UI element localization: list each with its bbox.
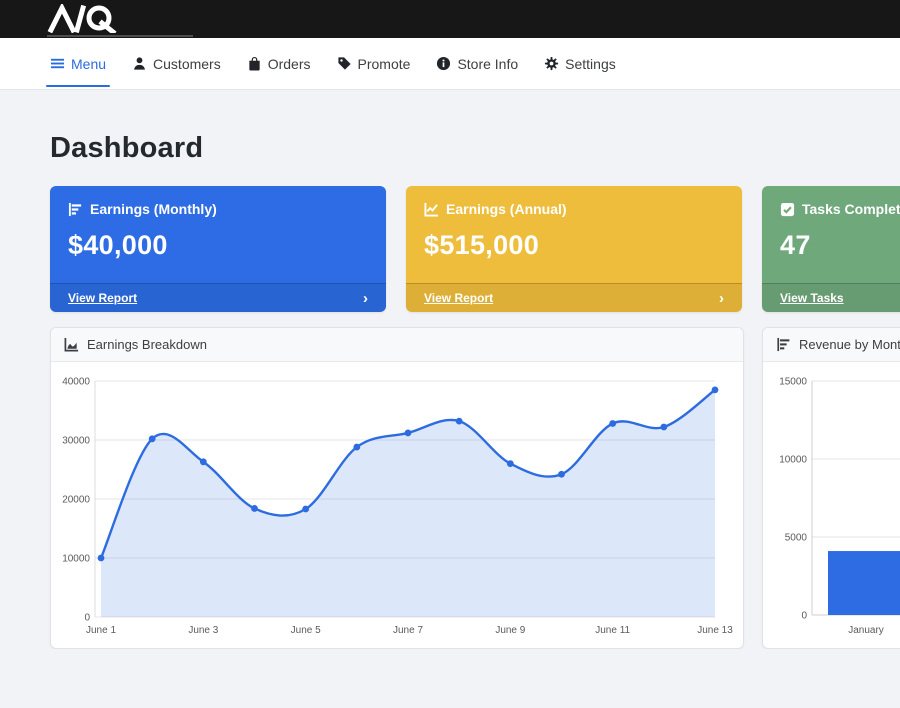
svg-text:June 5: June 5 [291,625,321,636]
stat-card-title: Earnings (Annual) [446,201,567,217]
nav-item-promote[interactable]: Promote [337,38,411,89]
chevron-right-icon[interactable]: › [719,291,724,306]
svg-text:January: January [848,625,884,636]
charts-row: Earnings Breakdown 0 10000 20000 30000 40000… [50,327,900,649]
nav-item-orders[interactable]: Orders [247,38,311,89]
nav-item-menu[interactable]: Menu [50,38,106,89]
page-title: Dashboard [50,132,900,165]
main-navbar: Menu Customers Orders Promote Store Info [0,38,900,90]
stat-card-value: 47 [780,230,900,261]
nav-item-customers[interactable]: Customers [132,38,221,89]
svg-text:10000: 10000 [62,554,90,565]
nav-label: Menu [71,56,106,72]
page-content: Dashboard Earnings (Monthly) $40,000 Vie… [0,90,900,649]
svg-text:30000: 30000 [62,436,90,447]
view-report-link[interactable]: View Report [424,291,493,305]
person-icon [132,56,147,71]
svg-text:10000: 10000 [779,455,807,466]
bar-chart-icon [68,202,83,217]
chevron-right-icon[interactable]: › [363,291,368,306]
nav-label: Store Info [457,56,518,72]
svg-text:0: 0 [84,613,90,624]
gear-icon [544,56,559,71]
svg-text:June 3: June 3 [188,625,218,636]
svg-text:June 13: June 13 [697,625,733,636]
bar-chart-icon [776,337,791,352]
svg-text:June 7: June 7 [393,625,423,636]
nav-item-store-info[interactable]: Store Info [436,38,518,89]
svg-text:40000: 40000 [62,377,90,388]
bag-icon [247,56,262,71]
nav-label: Settings [565,56,616,72]
tasks-completed-card[interactable]: Tasks Completed 47 View Tasks › [762,186,900,312]
info-circle-icon [436,56,451,71]
stat-cards-row: Earnings (Monthly) $40,000 View Report ›… [50,186,900,312]
svg-text:0: 0 [801,611,807,622]
chart-title: Revenue by Month [799,337,900,352]
aiq-logo-icon[interactable] [47,4,129,33]
check-square-icon [780,202,795,217]
nav-item-settings[interactable]: Settings [544,38,616,89]
svg-text:June 1: June 1 [86,625,116,636]
area-chart-icon [64,337,79,352]
nav-label: Orders [268,56,311,72]
svg-text:June 11: June 11 [595,625,630,636]
earnings-breakdown-line-chart[interactable]: 0 10000 20000 30000 40000 June 1 June 3 June 5 J… [51,362,743,649]
revenue-by-month-card: Revenue by Month 0 5000 10000 15000 January [762,327,900,649]
nav-label: Customers [153,56,221,72]
nav-label: Promote [358,56,411,72]
stat-card-title: Tasks Completed [802,201,900,217]
stat-card-title: Earnings (Monthly) [90,201,217,217]
chart-title: Earnings Breakdown [87,337,207,352]
svg-text:June 9: June 9 [495,625,525,636]
view-tasks-link[interactable]: View Tasks [780,291,844,305]
earnings-annual-card[interactable]: Earnings (Annual) $515,000 View Report › [406,186,742,312]
revenue-by-month-bar-chart[interactable]: 0 5000 10000 15000 January [763,362,900,649]
view-report-link[interactable]: View Report [68,291,137,305]
top-app-bar [0,0,900,38]
svg-text:20000: 20000 [62,495,90,506]
svg-text:15000: 15000 [779,377,807,388]
stat-card-value: $515,000 [424,230,724,261]
svg-text:5000: 5000 [785,533,808,544]
tag-icon [337,56,352,71]
logo-underline [47,35,193,37]
earnings-monthly-card[interactable]: Earnings (Monthly) $40,000 View Report › [50,186,386,312]
line-chart-icon [424,202,439,217]
hamburger-icon [50,56,65,71]
stat-card-value: $40,000 [68,230,368,261]
earnings-breakdown-card: Earnings Breakdown 0 10000 20000 30000 40000… [50,327,744,649]
